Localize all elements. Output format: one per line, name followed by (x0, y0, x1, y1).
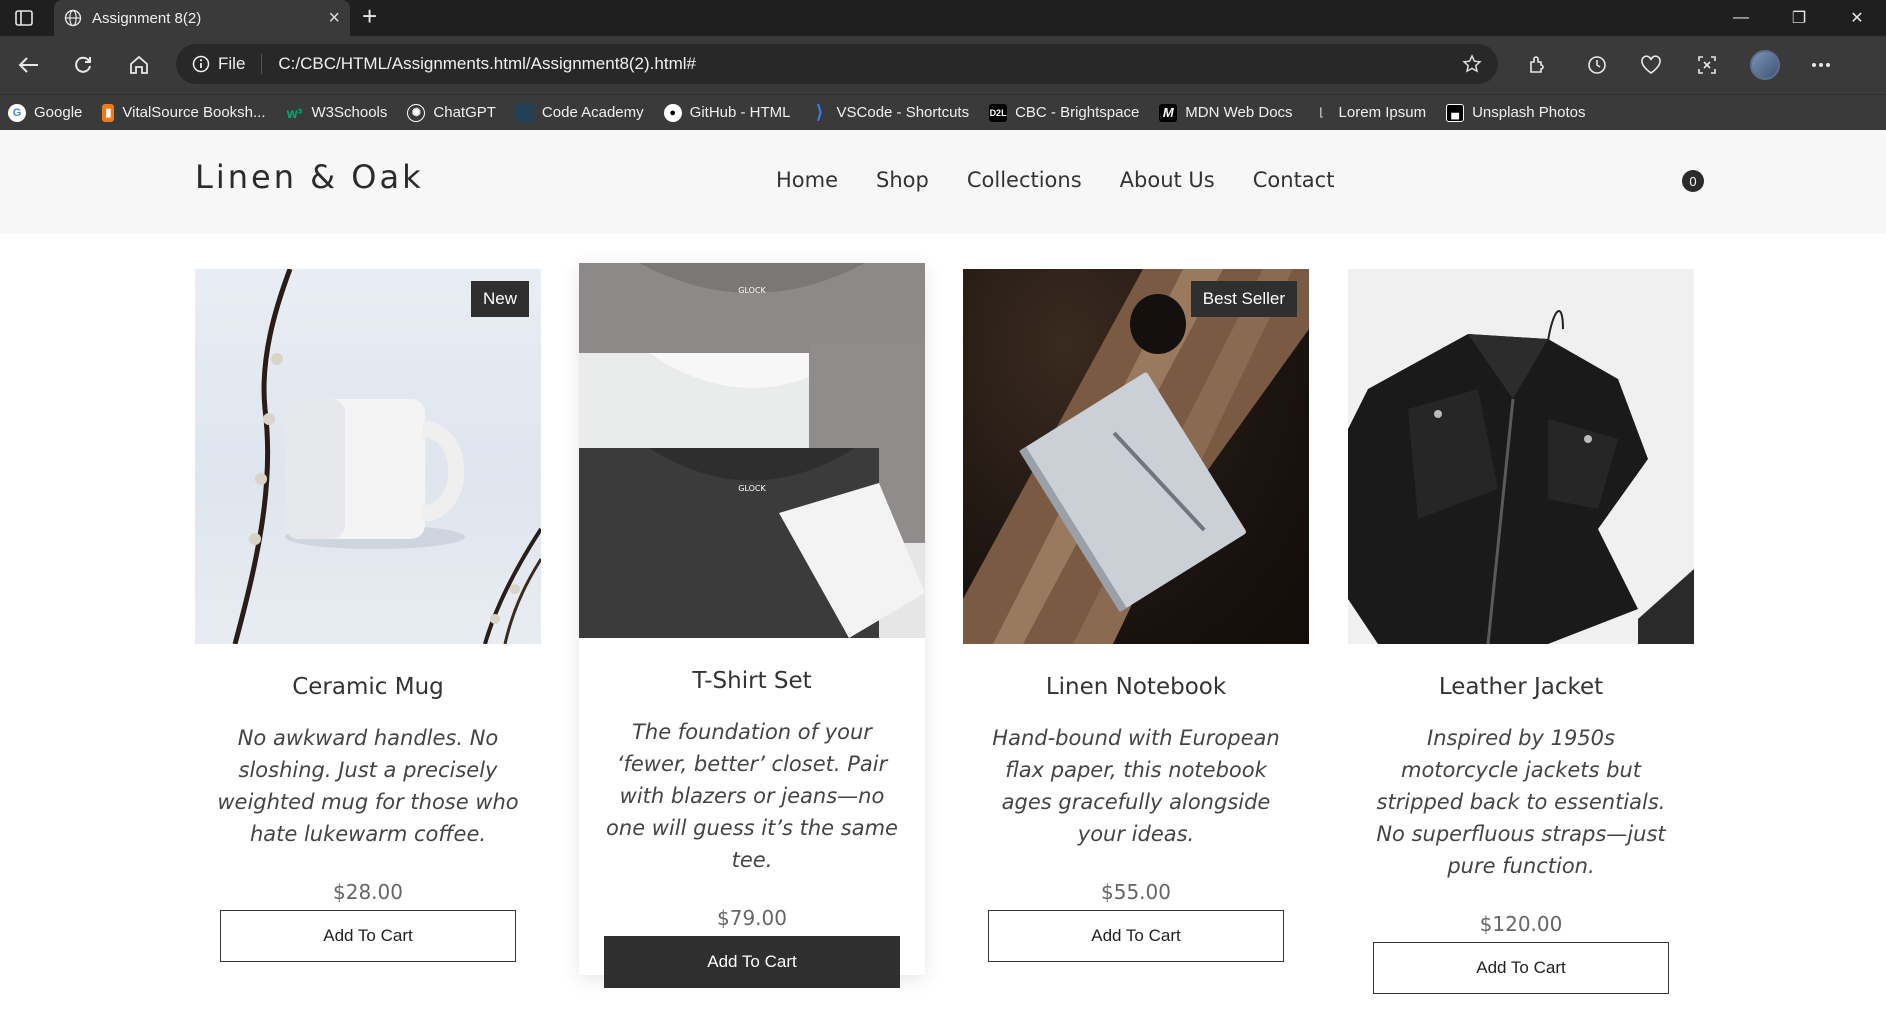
svg-text:GLOCK: GLOCK (738, 286, 766, 295)
bookmark-mdn[interactable]: M MDN Web Docs (1159, 103, 1293, 122)
product-price: $55.00 (1101, 880, 1171, 904)
minimize-icon[interactable]: — (1712, 0, 1770, 36)
product-card-tshirt-set: GLOCK GLOCK T-Shirt Set The foundation o… (579, 263, 925, 988)
product-name: Leather Jacket (1438, 674, 1604, 700)
add-to-cart-button[interactable]: Add To Cart (1373, 942, 1669, 994)
vitalsource-icon: ▮ (102, 103, 115, 122)
bookmark-github[interactable]: ● GitHub - HTML (663, 103, 791, 122)
product-description: The foundation of your ‘fewer, better’ c… (606, 720, 898, 872)
nav-shop[interactable]: Shop (876, 168, 929, 192)
bookmark-label: ChatGPT (433, 104, 496, 121)
product-badge: Best Seller (1190, 281, 1297, 317)
tab-title: Assignment 8(2) (92, 9, 202, 27)
chatgpt-icon: ✺ (407, 103, 426, 122)
product-card-ceramic-mug: New Ceramic Mug No awkward handles. No s… (195, 269, 541, 962)
add-to-cart-button[interactable]: Add To Cart (604, 936, 900, 988)
w3schools-icon: w³ (286, 104, 303, 121)
product-name: T-Shirt Set (692, 668, 812, 694)
nav-collections[interactable]: Collections (967, 168, 1082, 192)
product-image-tshirts: GLOCK GLOCK (579, 263, 925, 638)
home-icon[interactable] (124, 50, 154, 80)
product-description: No awkward handles. No sloshing. Just a … (217, 726, 519, 846)
product-badge: New (470, 281, 529, 317)
product-image-mug: New (195, 269, 541, 644)
bookmark-label: GitHub - HTML (689, 104, 791, 121)
window-controls: — ❐ ✕ (1712, 0, 1886, 36)
product-description: Hand-bound with European flax paper, thi… (992, 726, 1280, 846)
product-image-notebook: Best Seller (963, 269, 1309, 644)
add-to-cart-button[interactable]: Add To Cart (220, 910, 516, 962)
codeacademy-icon (515, 103, 534, 122)
bookmark-codeacademy[interactable]: Code Academy (515, 103, 644, 122)
close-tab-icon[interactable]: × (328, 8, 340, 28)
favorite-star-icon[interactable] (1462, 54, 1482, 74)
site-info[interactable]: File (192, 54, 263, 74)
product-price: $79.00 (717, 906, 787, 930)
google-icon: G (8, 103, 26, 122)
globe-icon (64, 9, 82, 27)
restore-icon[interactable]: ❐ (1770, 0, 1828, 36)
unsplash-icon: ▄ (1446, 103, 1465, 122)
cart-count-badge[interactable]: 0 (1682, 170, 1704, 192)
refresh-icon[interactable] (68, 50, 98, 80)
product-card-linen-notebook: Best Seller Linen Notebook Hand-bound wi… (963, 269, 1309, 962)
back-icon[interactable] (14, 50, 44, 80)
bookmark-vitalsource[interactable]: ▮ VitalSource Booksh... (102, 103, 266, 122)
extensions-icon[interactable] (1522, 50, 1552, 80)
nav-home[interactable]: Home (776, 168, 838, 192)
github-icon: ● (663, 103, 682, 122)
url-text[interactable]: C:/CBC/HTML/Assignments.html/Assignment8… (278, 54, 1462, 74)
health-icon[interactable] (1636, 50, 1666, 80)
bookmark-vscode[interactable]: ⟩ VSCode - Shortcuts (811, 102, 970, 122)
bookmark-label: VSCode - Shortcuts (836, 104, 970, 121)
close-window-icon[interactable]: ✕ (1828, 0, 1886, 36)
bookmark-brightspace[interactable]: D2L CBC - Brightspace (989, 103, 1140, 122)
profile-avatar[interactable] (1750, 50, 1780, 80)
bookmark-label: MDN Web Docs (1185, 104, 1293, 121)
bookmark-label: CBC - Brightspace (1015, 104, 1140, 121)
product-description: Inspired by 1950s motorcycle jackets but… (1376, 726, 1666, 878)
info-icon (192, 55, 210, 73)
new-tab-button[interactable]: + (362, 3, 377, 29)
more-options-icon[interactable] (1806, 50, 1836, 80)
d2l-icon: D2L (989, 103, 1008, 122)
bookmark-w3schools[interactable]: w³ W3Schools (286, 104, 388, 122)
site-header: Linen & Oak Home Shop Collections About … (0, 130, 1886, 234)
bookmark-chatgpt[interactable]: ✺ ChatGPT (407, 103, 496, 122)
browser-tab-bar: Assignment 8(2) × + — ❐ ✕ (0, 0, 1886, 36)
bookmark-google[interactable]: G Google (8, 103, 83, 122)
bookmark-label: W3Schools (311, 104, 388, 121)
product-name: Ceramic Mug (292, 674, 444, 700)
bookmark-label: Google (34, 104, 83, 121)
vscode-icon: ⟩ (816, 102, 824, 122)
bookmark-label: Code Academy (541, 104, 644, 121)
browser-nav-bar: File C:/CBC/HTML/Assignments.html/Assign… (0, 36, 1886, 94)
bookmark-loremipsum[interactable]: ⌊ Lorem Ipsum (1313, 104, 1427, 122)
screenshot-icon[interactable] (1692, 50, 1722, 80)
history-icon[interactable] (1582, 50, 1612, 80)
bookmark-label: Unsplash Photos (1472, 104, 1586, 121)
product-name: Linen Notebook (1045, 674, 1227, 700)
nav-about-us[interactable]: About Us (1120, 168, 1215, 192)
main-nav: Home Shop Collections About Us Contact (776, 168, 1334, 192)
bookmarks-bar: G Google ▮ VitalSource Booksh... w³ W3Sc… (0, 94, 1886, 130)
product-card-leather-jacket: Leather Jacket Inspired by 1950s motorcy… (1348, 269, 1694, 994)
address-bar[interactable]: File C:/CBC/HTML/Assignments.html/Assign… (176, 44, 1498, 84)
nav-contact[interactable]: Contact (1253, 168, 1335, 192)
brand-logo[interactable]: Linen & Oak (195, 158, 424, 196)
product-price: $120.00 (1479, 912, 1563, 936)
add-to-cart-button[interactable]: Add To Cart (988, 910, 1284, 962)
file-label: File (218, 54, 246, 73)
tab-actions-icon[interactable] (8, 7, 40, 29)
bookmark-label: Lorem Ipsum (1338, 104, 1427, 121)
svg-text:GLOCK: GLOCK (738, 484, 766, 493)
browser-tab-active[interactable]: Assignment 8(2) × (54, 0, 350, 36)
bookmark-unsplash[interactable]: ▄ Unsplash Photos (1446, 103, 1586, 122)
loremipsum-icon: ⌊ (1319, 107, 1324, 119)
bookmark-label: VitalSource Booksh... (122, 104, 266, 121)
mdn-icon: M (1159, 103, 1178, 122)
product-price: $28.00 (333, 880, 403, 904)
product-image-jacket (1348, 269, 1694, 644)
